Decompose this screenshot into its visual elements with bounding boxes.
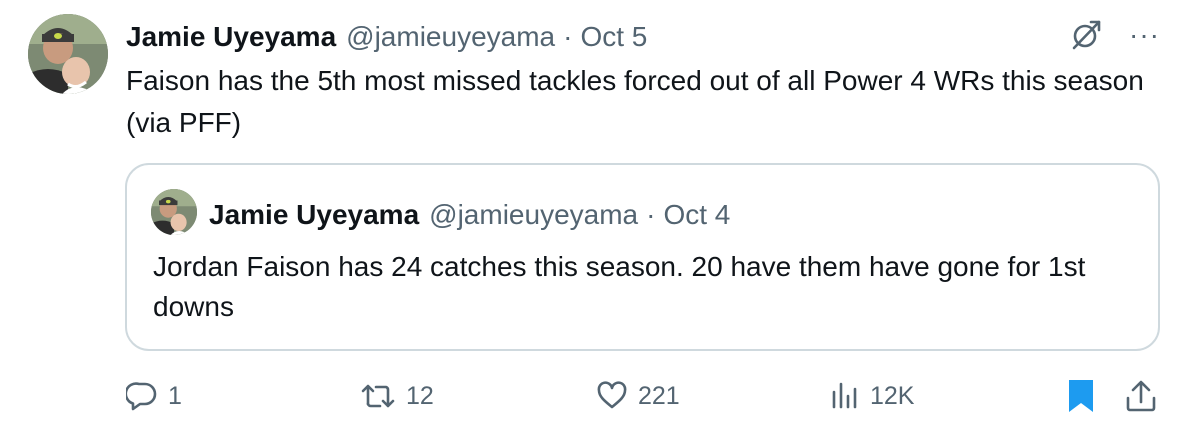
quoted-author-avatar <box>151 189 197 235</box>
reply-icon <box>126 382 157 411</box>
tweet-top-actions: ··· <box>1069 18 1160 52</box>
more-options-icon[interactable]: ··· <box>1129 18 1160 52</box>
author-avatar[interactable] <box>28 14 108 94</box>
views-button[interactable]: 12K <box>830 374 914 418</box>
share-icon <box>1126 380 1156 412</box>
tweet-header: Jamie Uyeyama @jamieuyeyama · Oct 5 <box>126 17 647 57</box>
author-handle[interactable]: @jamieuyeyama <box>346 21 555 53</box>
header-separator: · <box>563 21 573 52</box>
quoted-tweet-card[interactable]: Jamie Uyeyama @jamieuyeyama · Oct 4 Jord… <box>125 163 1160 351</box>
quoted-tweet-text: Jordan Faison has 24 catches this season… <box>153 251 1086 322</box>
retweet-icon <box>361 384 395 408</box>
share-button[interactable] <box>1124 374 1158 418</box>
bookmark-icon <box>1069 380 1093 412</box>
retweet-button[interactable]: 12 <box>360 374 434 418</box>
heart-icon <box>597 381 627 409</box>
views-icon <box>832 382 857 409</box>
reply-count: 1 <box>168 381 182 410</box>
tweet-text: Faison has the 5th most missed tackles f… <box>126 65 1144 138</box>
quoted-author-name: Jamie Uyeyama <box>209 199 420 230</box>
like-button[interactable]: 221 <box>596 374 680 418</box>
grok-icon[interactable] <box>1069 18 1103 52</box>
quoted-header-separator: · <box>646 199 656 230</box>
quoted-tweet-header: Jamie Uyeyama @jamieuyeyama · Oct 4 <box>209 195 730 235</box>
retweet-count: 12 <box>406 381 434 410</box>
views-count: 12K <box>870 381 915 410</box>
tweet-date[interactable]: Oct 5 <box>580 21 647 53</box>
author-name[interactable]: Jamie Uyeyama <box>126 21 336 53</box>
reply-button[interactable]: 1 <box>126 374 182 418</box>
bookmark-button[interactable] <box>1066 374 1096 418</box>
like-count: 221 <box>638 381 680 410</box>
quoted-tweet-date: Oct 4 <box>663 199 731 230</box>
tweet-action-bar: 1 12 221 12K <box>0 374 1188 418</box>
quoted-author-handle: @jamieuyeyama <box>429 199 639 230</box>
